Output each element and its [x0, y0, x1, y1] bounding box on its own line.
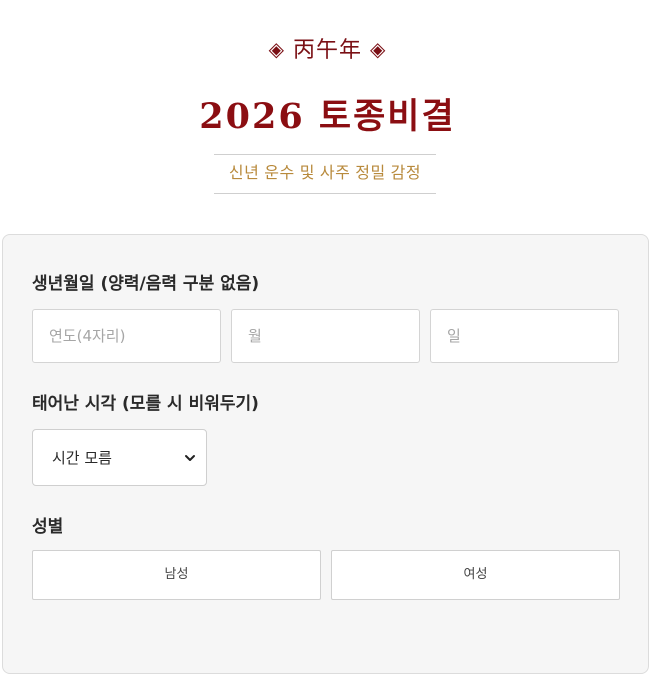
birth-month-input[interactable]	[231, 309, 420, 363]
page-subtitle: 신년 운수 및 사주 정밀 감정	[214, 154, 436, 194]
page-title: 2026 토종비결	[199, 96, 456, 137]
year-ganji-text: 丙午年	[292, 38, 362, 63]
gender-label: 성별	[32, 517, 64, 537]
birth-time-label: 태어난 시각 (모를 시 비워두기)	[32, 394, 259, 414]
birth-time-selected-value: 시간 모름	[52, 449, 112, 467]
birthdate-label: 생년월일 (양력/음력 구분 없음)	[32, 274, 260, 294]
gender-male-button[interactable]: 남성	[32, 550, 321, 600]
gender-male-label: 남성	[164, 567, 189, 582]
subtitle-text: 신년 운수 및 사주 정밀 감정	[228, 165, 422, 182]
diamond-icon: ◈	[370, 37, 387, 61]
gender-female-button[interactable]: 여성	[331, 550, 620, 600]
birth-day-input[interactable]	[430, 309, 619, 363]
gender-female-label: 여성	[463, 567, 488, 582]
diamond-icon: ◈	[268, 37, 285, 61]
birth-year-input[interactable]	[32, 309, 221, 363]
birth-time-select[interactable]: 시간 모름	[32, 429, 207, 486]
year-eyebrow: ◈ 丙午年 ◈	[0, 32, 655, 64]
chevron-down-icon	[185, 454, 195, 461]
